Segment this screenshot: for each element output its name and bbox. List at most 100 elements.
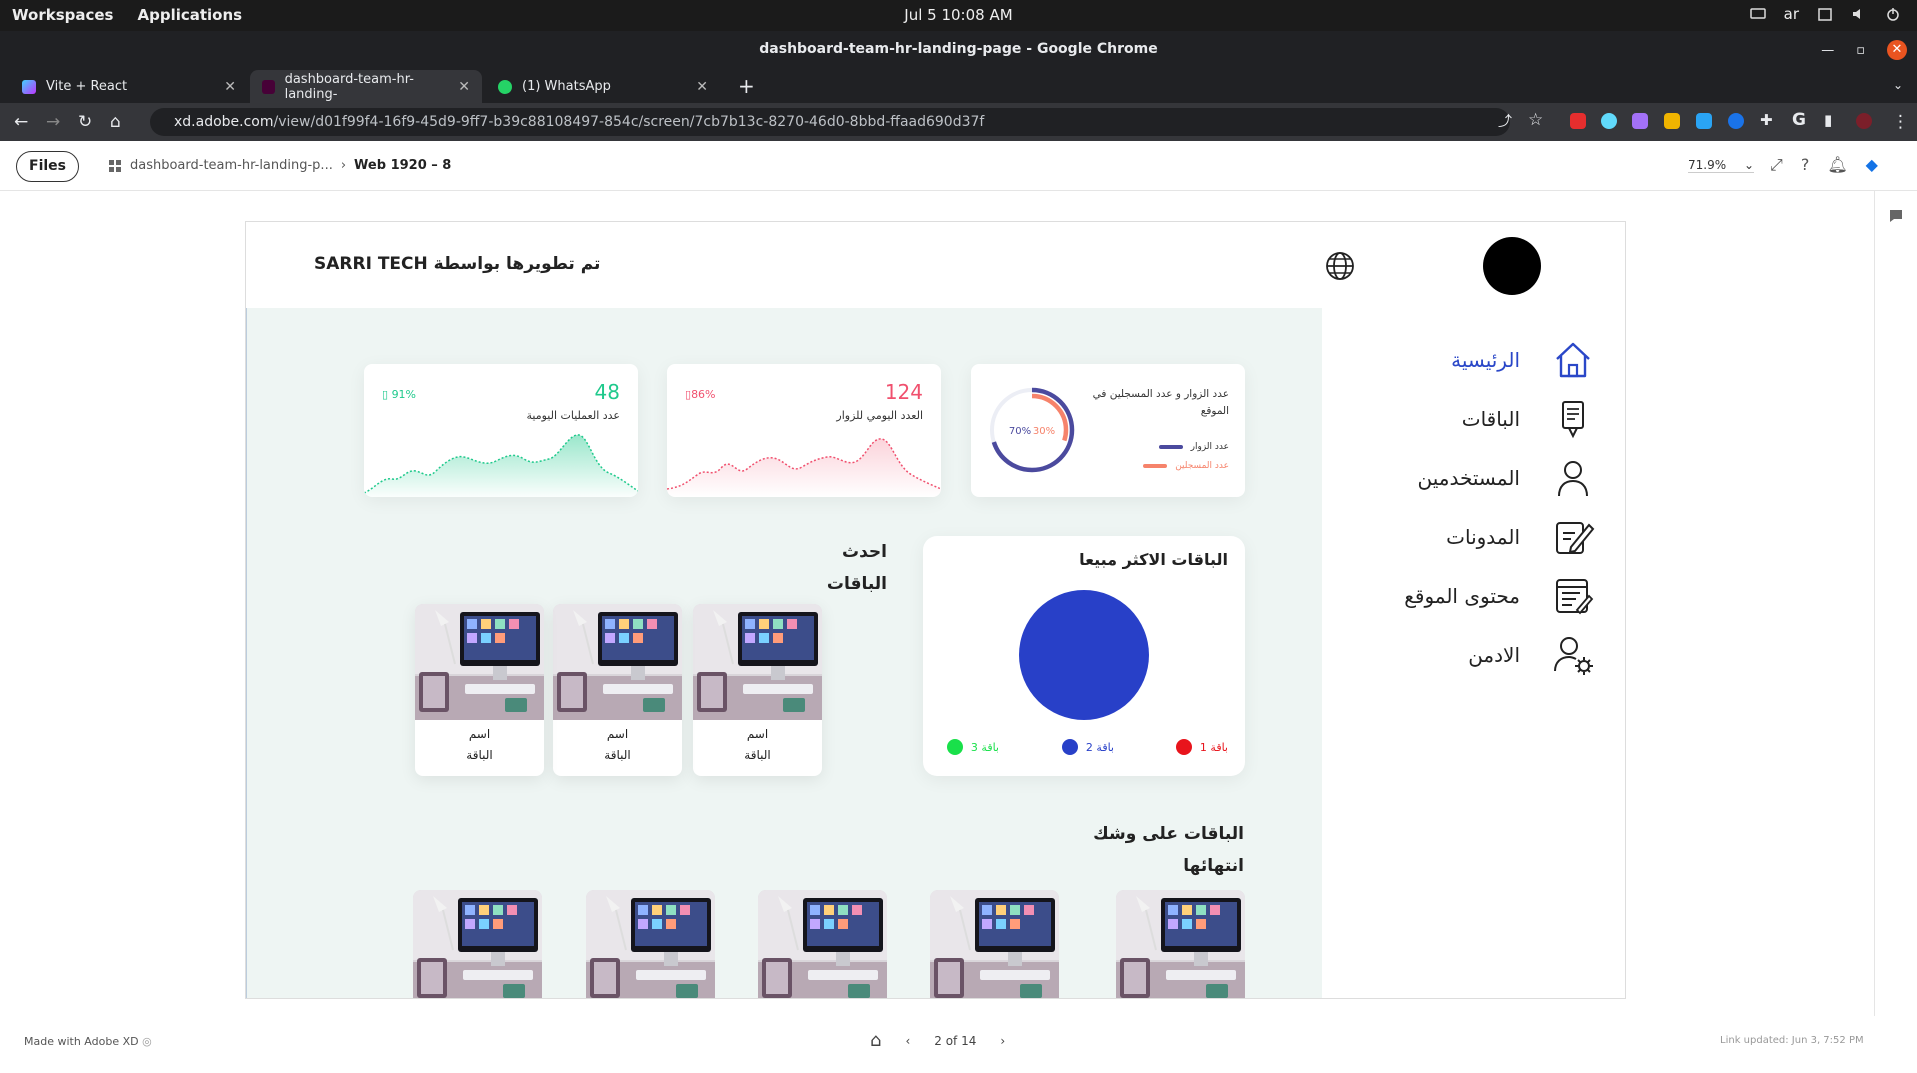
tab-search-icon[interactable]: ⌄ xyxy=(1893,78,1903,92)
forward-icon[interactable]: → xyxy=(46,112,60,132)
globe-icon[interactable] xyxy=(1324,250,1356,282)
sidebar-item-packages[interactable]: الباقات xyxy=(1322,397,1625,447)
extension-blue-icon[interactable] xyxy=(1696,113,1712,129)
breadcrumb-screen: Web 1920 – 8 xyxy=(354,158,452,173)
package-card[interactable]: اسم الباقة xyxy=(693,604,822,776)
content-icon xyxy=(1556,579,1594,615)
ending-package-card[interactable] xyxy=(413,890,542,998)
help-icon[interactable]: ? xyxy=(1801,155,1810,175)
minimize-icon[interactable]: — xyxy=(1821,43,1834,58)
page-indicator: 2 of 14 xyxy=(934,1033,977,1048)
extension-purple-icon[interactable] xyxy=(1632,113,1648,129)
package-card[interactable]: اسم الباقة xyxy=(553,604,682,776)
tab-label: (1) WhatsApp xyxy=(522,79,611,94)
sidebar-item-users[interactable]: المستخدمين xyxy=(1322,456,1625,506)
profile-avatar-icon[interactable] xyxy=(1856,113,1872,129)
tab-label: dashboard-team-hr-landing- xyxy=(284,71,414,102)
ending-package-card[interactable] xyxy=(758,890,887,998)
package-name-line2: الباقة xyxy=(466,748,493,762)
package-card[interactable]: اسم الباقة xyxy=(415,604,544,776)
legend-package-1-label: باقة 1 xyxy=(1199,740,1228,754)
new-tab-icon[interactable]: + xyxy=(738,74,755,98)
sidebar-item-admin[interactable]: الادمن xyxy=(1322,633,1625,683)
comment-icon[interactable] xyxy=(1888,208,1904,224)
creative-cloud-icon[interactable]: ◆ xyxy=(1866,155,1878,175)
keyboard-language[interactable]: ar xyxy=(1784,5,1799,23)
legend-package-1-dot xyxy=(1175,739,1192,755)
close-window-icon[interactable]: ✕ xyxy=(1887,40,1907,60)
share-icon[interactable]: ⤴ xyxy=(1498,111,1512,131)
package-name-line2: الباقة xyxy=(604,748,631,762)
sidebar-item-label: الادمن xyxy=(1468,643,1520,667)
next-screen-icon[interactable]: › xyxy=(1000,1034,1005,1048)
close-tab-icon[interactable]: ✕ xyxy=(224,79,236,95)
google-icon[interactable]: G xyxy=(1792,110,1806,130)
sidebar-item-home[interactable]: الرئيسية xyxy=(1322,338,1625,388)
display-icon[interactable] xyxy=(1749,6,1766,22)
ending-title-line2: انتهائها xyxy=(1183,856,1244,876)
donut-visitors-pct: 70% xyxy=(1009,426,1031,437)
sidebar-item-blogs[interactable]: المدونات xyxy=(1322,515,1625,565)
address-bar[interactable]: xd.adobe.com/view/d01f99f4-16f9-45d9-9ff… xyxy=(150,108,1510,136)
sidepanel-icon[interactable]: ▮ xyxy=(1824,111,1832,129)
extensions-puzzle-icon[interactable]: ✚ xyxy=(1760,111,1773,129)
bell-icon[interactable]: 🔔︎ xyxy=(1827,155,1847,175)
reload-icon[interactable]: ↻ xyxy=(78,112,92,132)
dashboard-header: تم تطويرها بواسطة SARRI TECH xyxy=(246,222,1625,308)
daily-ops-card: 48 عدد العمليات اليومية ▯ 91% xyxy=(364,364,638,497)
legend-package-2-dot xyxy=(1061,739,1078,755)
extension-yellow-icon[interactable] xyxy=(1664,113,1680,129)
grid-icon[interactable] xyxy=(108,159,122,173)
bookmark-star-icon[interactable]: ☆ xyxy=(1528,110,1543,130)
tab-bar: Vite + React ✕ dashboard-team-hr-landing… xyxy=(0,68,1917,103)
daily-ops-pct: ▯ 91% xyxy=(382,388,417,401)
tab-label: Vite + React xyxy=(46,79,128,94)
files-button[interactable]: Files xyxy=(16,151,79,182)
package-icon xyxy=(1562,401,1584,439)
back-icon[interactable]: ← xyxy=(14,112,28,132)
legend-package-1: باقة 1 xyxy=(1175,739,1228,755)
package-image xyxy=(693,604,822,720)
previous-screen-icon[interactable]: ‹ xyxy=(905,1034,910,1048)
tab-xd[interactable]: dashboard-team-hr-landing- ✕ xyxy=(250,70,482,103)
react-devtools-icon[interactable] xyxy=(1601,113,1617,129)
os-clock[interactable]: Jul 5 10:08 AM xyxy=(0,6,1917,24)
home-screen-icon[interactable]: ⌂ xyxy=(870,1030,881,1051)
extension-red-icon[interactable] xyxy=(1570,113,1586,129)
xd-actions: ⤢ ? 🔔︎ ◆ xyxy=(1770,155,1878,175)
close-tab-icon[interactable]: ✕ xyxy=(696,79,708,95)
package-name-line2: الباقة xyxy=(744,748,771,762)
made-with-xd[interactable]: Made with Adobe XD ◎ xyxy=(24,1035,152,1048)
breadcrumb-doc[interactable]: dashboard-team-hr-landing-p... xyxy=(130,158,333,173)
zoom-select[interactable]: 71.9% ⌄ xyxy=(1688,158,1754,173)
maximize-icon[interactable]: ▫ xyxy=(1856,43,1865,58)
ending-package-card[interactable] xyxy=(586,890,715,998)
visitors-donut-chart: 70% 30% xyxy=(989,387,1075,473)
latest-title-line1: احدث xyxy=(842,542,887,562)
fullscreen-icon[interactable]: ⤢ xyxy=(1770,155,1783,175)
package-image xyxy=(758,890,887,998)
extension-loop-icon[interactable] xyxy=(1728,113,1744,129)
ending-package-card[interactable] xyxy=(930,890,1059,998)
home-icon[interactable]: ⌂ xyxy=(110,112,121,132)
legend-package-2-label: باقة 2 xyxy=(1085,740,1114,754)
package-image xyxy=(586,890,715,998)
daily-visitors-card: 124 العدد اليومي للزوار ▯86% xyxy=(667,364,941,497)
power-icon[interactable] xyxy=(1885,6,1901,22)
calendar-icon[interactable] xyxy=(1817,6,1833,22)
ending-package-card[interactable] xyxy=(1116,890,1245,998)
edit-icon xyxy=(1556,522,1595,554)
close-tab-icon[interactable]: ✕ xyxy=(458,79,470,95)
legend-package-2: باقة 2 xyxy=(1061,739,1114,755)
sidebar-item-site-content[interactable]: محتوى الموقع xyxy=(1322,574,1625,624)
pie-slice-package-2 xyxy=(1019,590,1149,720)
tab-whatsapp[interactable]: (1) WhatsApp ✕ xyxy=(486,70,720,103)
tab-vite[interactable]: Vite + React ✕ xyxy=(10,70,248,103)
chrome-menu-icon[interactable]: ⋮ xyxy=(1892,112,1909,132)
package-image xyxy=(413,890,542,998)
package-name: اسم الباقة xyxy=(415,724,544,766)
volume-icon[interactable] xyxy=(1851,6,1867,22)
avatar[interactable] xyxy=(1483,237,1541,295)
best-sellers-pie xyxy=(1019,590,1149,720)
window-controls: — ▫ ✕ xyxy=(1821,40,1907,60)
